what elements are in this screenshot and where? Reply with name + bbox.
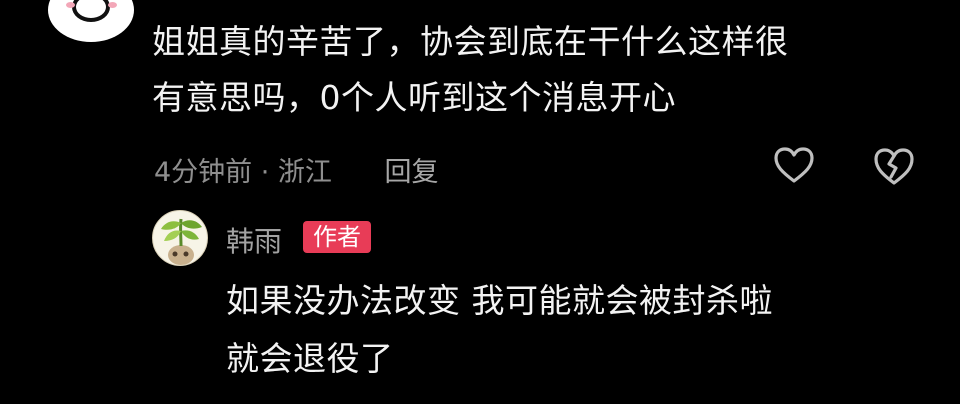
reply-text: 如果没办法改变 我可能就会被封杀啦 就会退役了 xyxy=(226,272,926,388)
comment-meta: 4分钟前 · 浙江 回复 xyxy=(154,150,439,189)
comment-text-line: 有意思吗，0个人听到这个消息开心 xyxy=(152,78,676,117)
heart-outline-icon[interactable] xyxy=(772,144,816,188)
reply-text-line: 如果没办法改变 我可能就会被封杀啦 xyxy=(226,281,773,320)
plant-sprout-icon xyxy=(161,218,202,265)
reply-button[interactable]: 回复 xyxy=(385,157,439,188)
smiley-face-icon xyxy=(72,0,110,22)
left-cheek xyxy=(66,2,75,8)
right-cheek xyxy=(108,2,117,8)
author-name[interactable]: 韩雨 xyxy=(226,220,282,260)
comment-time-location: 4分钟前 · 浙江 xyxy=(154,157,332,188)
user-avatar[interactable] xyxy=(48,0,134,42)
reply-text-line: 就会退役了 xyxy=(226,339,394,378)
broken-heart-icon[interactable] xyxy=(871,144,917,190)
comment-text: 姐姐真的辛苦了，协会到底在干什么这样很 有意思吗，0个人听到这个消息开心 xyxy=(152,14,912,126)
author-badge: 作者 xyxy=(303,221,371,253)
author-avatar[interactable] xyxy=(152,210,208,266)
comment-text-line: 姐姐真的辛苦了，协会到底在干什么这样很 xyxy=(152,22,789,61)
